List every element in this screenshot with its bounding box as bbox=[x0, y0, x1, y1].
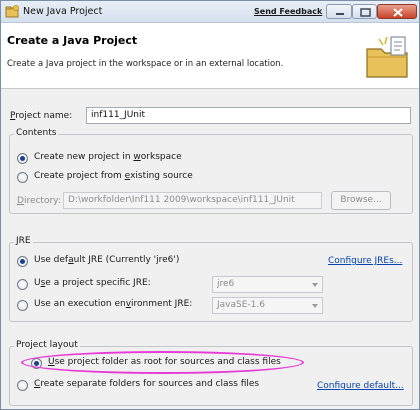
chevron-down-icon bbox=[312, 304, 318, 308]
project-specific-jre-label: Use a project specific JRE: bbox=[34, 278, 151, 288]
minimize-button[interactable] bbox=[326, 4, 352, 19]
new-java-project-dialog: New Java Project Send Feedback Create a … bbox=[0, 0, 420, 410]
project-name-label: Project name: bbox=[10, 111, 73, 121]
jre-group-title: JRE bbox=[14, 236, 33, 246]
wizard-description: Create a Java project in the workspace o… bbox=[7, 59, 284, 69]
chevron-down-icon bbox=[312, 283, 318, 287]
separate-folders-radio[interactable] bbox=[17, 380, 28, 391]
project-name-input[interactable]: inf111_JUnit bbox=[86, 107, 411, 124]
java-project-icon bbox=[5, 5, 19, 19]
new-project-folder-icon bbox=[361, 31, 413, 83]
default-jre-radio[interactable] bbox=[17, 256, 28, 267]
wizard-banner: Create a Java Project Create a Java proj… bbox=[1, 23, 419, 89]
send-feedback-link[interactable]: Send Feedback bbox=[254, 7, 322, 16]
minimize-icon bbox=[336, 13, 344, 15]
create-from-existing-radio[interactable] bbox=[17, 172, 28, 183]
contents-group-title: Contents bbox=[14, 128, 59, 138]
default-jre-label: Use default JRE (Currently 'jre6') bbox=[34, 255, 180, 265]
execution-env-jre-radio[interactable] bbox=[17, 300, 28, 311]
directory-input[interactable]: D:\workfolder\Inf111 2009\workspace\inf1… bbox=[63, 192, 322, 209]
project-specific-jre-radio[interactable] bbox=[17, 279, 28, 290]
execution-env-jre-label: Use an execution environment JRE: bbox=[34, 299, 193, 309]
close-icon bbox=[393, 8, 403, 17]
create-new-project-radio[interactable] bbox=[17, 153, 28, 164]
configure-default-link[interactable]: Configure default... bbox=[317, 381, 404, 391]
window-title: New Java Project bbox=[23, 6, 103, 17]
browse-button[interactable]: Browse... bbox=[331, 191, 391, 210]
close-button[interactable] bbox=[377, 4, 417, 19]
maximize-icon bbox=[360, 8, 371, 17]
project-specific-jre-select[interactable]: jre6 bbox=[212, 276, 323, 293]
execution-env-jre-select[interactable]: JavaSE-1.6 bbox=[212, 297, 323, 314]
project-specific-jre-value: jre6 bbox=[217, 279, 235, 289]
directory-label: Directory: bbox=[17, 196, 61, 206]
title-bar[interactable]: New Java Project Send Feedback bbox=[1, 1, 419, 23]
execution-env-jre-value: JavaSE-1.6 bbox=[217, 300, 265, 310]
maximize-button[interactable] bbox=[352, 4, 377, 19]
wizard-title: Create a Java Project bbox=[7, 34, 138, 47]
project-layout-group-title: Project layout bbox=[14, 340, 80, 350]
create-new-project-label: Create new project in workspace bbox=[34, 152, 182, 162]
separate-folders-label: Create separate folders for sources and … bbox=[34, 379, 260, 389]
highlight-ellipse bbox=[21, 351, 304, 374]
configure-jres-link[interactable]: Configure JREs... bbox=[328, 256, 402, 266]
create-from-existing-label: Create project from existing source bbox=[34, 171, 193, 181]
